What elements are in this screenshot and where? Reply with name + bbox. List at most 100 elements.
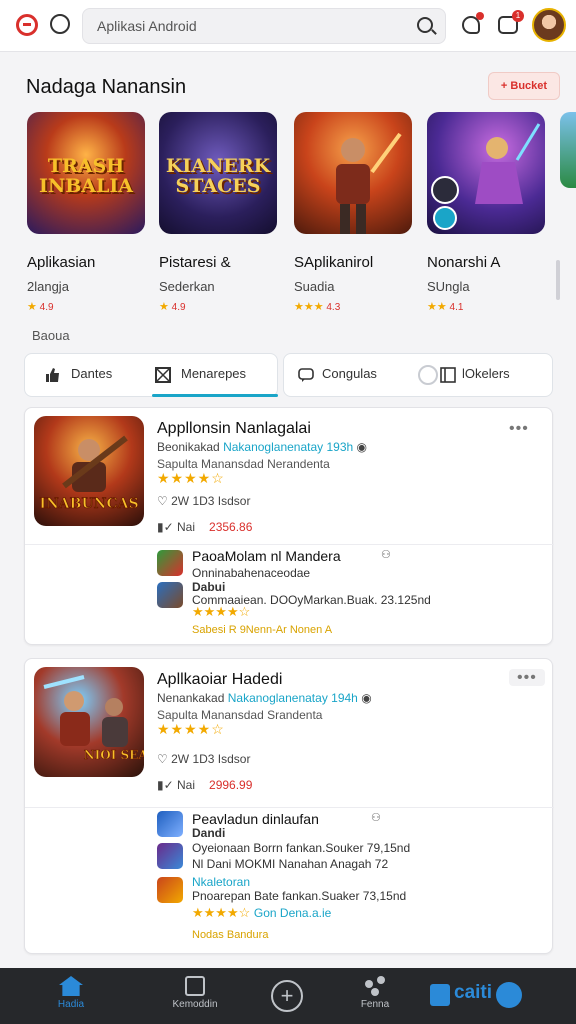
nav-home[interactable]: Hadia: [26, 976, 116, 1010]
nav-people-label: Fenna: [360, 999, 390, 1010]
featured-art: TRASH INBALIA: [27, 112, 145, 234]
toggle-icon[interactable]: [418, 365, 438, 385]
featured-art: [427, 112, 545, 234]
share-icon[interactable]: ⚇: [371, 811, 381, 824]
app-price: ▮✓ Nai 2996.99: [157, 778, 253, 792]
comment-icon: [298, 368, 314, 382]
featured-sub: 2langja: [27, 279, 69, 294]
featured-card[interactable]: Nonarshi A SUngla ★★ 4.1: [427, 112, 545, 313]
nav-brand[interactable]: caiti: [430, 982, 522, 1010]
app-stars: ★★★★☆: [157, 470, 225, 486]
plus-icon: +: [271, 980, 303, 1012]
thumb-icon[interactable]: ▮✓: [157, 778, 174, 792]
card-divider: [25, 807, 554, 808]
nav-library-label: Kemoddin: [172, 999, 218, 1010]
sub-app-line: Oyeionaan Borrn fankan.Souker 79,15nd: [192, 841, 411, 855]
featured-card[interactable]: KIANERK STACES Pistaresi & Sederkan ★ 4.…: [159, 112, 277, 313]
nav-add[interactable]: +: [242, 980, 332, 1012]
search-icon[interactable]: [417, 17, 433, 33]
nav-people[interactable]: Fenna: [330, 976, 420, 1010]
featured-name: Aplikasian: [27, 254, 96, 271]
heart-icon[interactable]: ♡: [157, 494, 168, 508]
sub-app-stars: ★★★★☆: [192, 604, 251, 619]
featured-art: KIANERK STACES: [159, 112, 277, 234]
sub-app-icon[interactable]: [157, 843, 183, 869]
brand-circle-icon: [496, 982, 522, 1008]
featured-sub: Sederkan: [159, 279, 215, 294]
tab-dantes[interactable]: Dantes: [71, 366, 112, 381]
sub-app-title: Nkaletoran: [192, 875, 251, 889]
app-developer: Beonikakad Nakanoglanenatay 193h ◉: [157, 440, 367, 454]
nav-home-label: Hadia: [57, 999, 85, 1010]
tab-lokelers[interactable]: lOkelers: [462, 366, 510, 381]
top-bar: Aplikasi Android 1: [0, 0, 576, 52]
featured-card[interactable]: TRASH INBALIA Aplikasian 2langja ★ 4.9: [27, 112, 145, 313]
app-likes: ♡ 2W 1D3 Isdsor: [157, 752, 251, 766]
app-card[interactable]: INABUNCAS Appllonsin Nanlagalai Beonikak…: [24, 407, 554, 645]
featured-name: Nonarshi A: [427, 254, 501, 271]
sub-app-tags: Nodas Bandura: [192, 929, 269, 941]
app-title: Appllonsin Nanlagalai: [157, 420, 311, 437]
more-options-button[interactable]: •••: [509, 669, 545, 687]
avatar[interactable]: [532, 8, 566, 42]
info-icon: ◉: [361, 691, 372, 705]
sub-app-icon[interactable]: [157, 550, 183, 576]
app-logo-icon[interactable]: [16, 14, 38, 36]
chat-icon[interactable]: [50, 14, 70, 34]
info-icon: ◉: [356, 440, 367, 454]
thumbs-up-icon: [46, 368, 59, 382]
card-divider: [25, 544, 554, 545]
featured-scrollbar[interactable]: [556, 260, 560, 300]
message-icon[interactable]: 1: [498, 10, 524, 34]
app-card[interactable]: NIOI SEAS Apllkaoiar Hadedi Nenankakad N…: [24, 658, 554, 954]
app-art-text: NIOI SEAS: [84, 748, 144, 762]
app-title: Apllkaoiar Hadedi: [157, 671, 283, 688]
featured-sub: Suadia: [294, 279, 335, 294]
featured-card-peek[interactable]: [560, 112, 576, 188]
sub-app-extra: Dandi: [192, 826, 226, 840]
warrior-art-icon: INABUNCAS: [39, 435, 139, 512]
featured-action-button[interactable]: + Bucket: [488, 72, 560, 100]
heart-icon[interactable]: ♡: [157, 752, 168, 766]
app-developer: Nenankakad Nakanoglanenatay 194h ◉: [157, 691, 372, 705]
notification-dot: [476, 12, 484, 20]
sub-app-line: Onninabahenaceodae: [192, 566, 311, 580]
thumb-icon[interactable]: ▮✓: [157, 520, 174, 534]
app-likes: ♡ 2W 1D3 Isdsor: [157, 494, 251, 508]
tab-congulas[interactable]: Congulas: [322, 366, 377, 381]
sub-app-title: PaoaMolam nl Mandera: [192, 548, 341, 564]
sub-app-icon[interactable]: [157, 877, 183, 903]
bottom-nav: Hadia Kemoddin + Fenna caiti: [0, 968, 576, 1024]
featured-name: Pistaresi &: [159, 254, 231, 271]
nav-library[interactable]: Kemoddin: [150, 976, 240, 1010]
people-icon: [363, 976, 387, 996]
more-options-button[interactable]: •••: [509, 420, 529, 438]
sub-app-stars: ★★★★☆ Gon Dena.a.ie: [192, 905, 332, 920]
featured-rating: ★ 4.9: [27, 301, 54, 313]
featured-art: [294, 112, 412, 234]
library-icon: [185, 976, 205, 996]
featured-card[interactable]: SAplikanirol Suadia ★★★ 4.3: [294, 112, 412, 313]
featured-rating: ★ 4.9: [159, 301, 186, 313]
app-description: Sapulta Manansdad Nerandenta: [157, 457, 330, 471]
app-icon[interactable]: NIOI SEAS: [34, 667, 144, 777]
tab-group-right: Congulas lOkelers: [283, 353, 553, 397]
app-icon[interactable]: INABUNCAS: [34, 416, 144, 526]
sub-app-icon[interactable]: [157, 811, 183, 837]
share-icon[interactable]: ⚇: [381, 548, 391, 561]
tab-menarepes[interactable]: Menarepes: [181, 366, 246, 381]
featured-footer-label: Baoua: [32, 328, 70, 343]
grid-icon: [155, 367, 171, 383]
featured-sub: SUngla: [427, 279, 470, 294]
notification-icon[interactable]: [462, 12, 484, 34]
search-input[interactable]: Aplikasi Android: [82, 8, 446, 44]
hero-figure-icon: [431, 123, 541, 230]
warrior-figure-icon: [336, 132, 402, 234]
star-icon: ★★: [427, 301, 447, 313]
book-icon: [440, 367, 456, 383]
brand-square-icon: [430, 984, 450, 1006]
sub-app-icon[interactable]: [157, 582, 183, 608]
active-tab-indicator: [152, 394, 278, 397]
battle-art-icon: NIOI SEAS: [43, 675, 144, 762]
sub-app-line: Pnoarepan Bate fankan.Suaker 73,15nd: [192, 889, 407, 903]
